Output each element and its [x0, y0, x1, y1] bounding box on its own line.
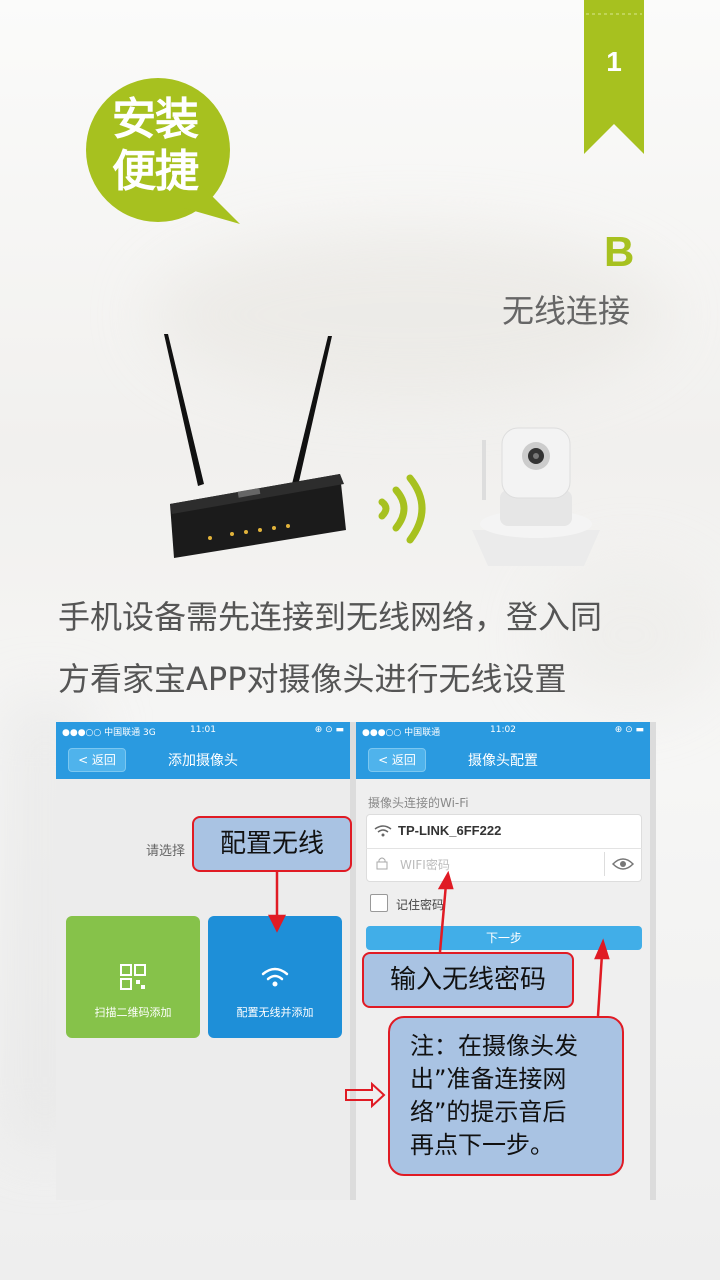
divider [366, 848, 642, 849]
clock: 11:01 [190, 725, 216, 735]
section-title: 无线连接 [502, 292, 631, 330]
status-bar: ●●●○○ 中国联通 11:02 ⊕ ⊙ ▬ [356, 722, 650, 739]
lock-icon [376, 857, 388, 870]
remember-checkbox[interactable] [370, 894, 388, 912]
note-line: 注：在摄像头发 [410, 1032, 578, 1060]
eye-icon[interactable] [612, 857, 634, 871]
wifi-password-input[interactable]: WIFI密码 [400, 856, 450, 873]
section-letter: B [604, 228, 635, 275]
note-line: 出”准备连接网 [410, 1065, 567, 1093]
add-camera-screen: ●●●○○ 中国联通 3G 11:01 ⊕ ⊙ ▬ < 返回 添加摄像头 请选择… [56, 722, 350, 1200]
step-number: 1 [606, 46, 622, 77]
screen-title: 添加摄像头 [168, 753, 238, 769]
badge-line-1: 安装 [112, 94, 199, 145]
remember-label: 记住密码 [396, 898, 445, 912]
description-line-2: 方看家宝APP对摄像头进行无线设置 [58, 660, 567, 698]
router-image [164, 334, 346, 558]
camera-image [472, 427, 600, 566]
status-icons: ⊕ ⊙ ▬ [614, 725, 644, 735]
divider [604, 852, 605, 876]
scan-qr-add-button[interactable]: 扫描二维码添加 [66, 916, 200, 1038]
note-line: 络”的提示音后 [410, 1098, 567, 1126]
status-bar: ●●●○○ 中国联通 3G 11:01 ⊕ ⊙ ▬ [56, 722, 350, 739]
enter-password-callout: 输入无线密码 [362, 952, 574, 1008]
ssid-field[interactable]: TP-LINK_6FF222 [398, 823, 501, 838]
screen-title: 摄像头配置 [468, 753, 538, 769]
configure-wifi-add-button[interactable]: 配置无线并添加 [208, 916, 342, 1038]
clock: 11:02 [490, 725, 516, 735]
nav-bar: < 返回 摄像头配置 [356, 739, 650, 779]
note-callout: 注：在摄像头发 出”准备连接网 络”的提示音后 再点下一步。 [388, 1016, 624, 1176]
qr-code-icon [120, 964, 146, 990]
nav-bar: < 返回 添加摄像头 [56, 739, 350, 779]
wifi-icon [261, 967, 289, 987]
tile-label: 配置无线并添加 [236, 1006, 314, 1019]
next-button[interactable]: 下一步 [366, 926, 642, 950]
configure-wifi-callout: 配置无线 [192, 816, 352, 872]
tile-label: 扫描二维码添加 [94, 1006, 172, 1019]
wifi-caption: 摄像头连接的Wi-Fi [368, 796, 469, 810]
select-prompt: 请选择 [146, 844, 186, 859]
badge-line-2: 便捷 [112, 146, 199, 197]
badge-text: 安装 便捷 [80, 94, 230, 198]
description-line-1: 手机设备需先连接到无线网络，登入同 [58, 598, 603, 636]
wifi-icon [374, 825, 392, 837]
wifi-signal-icon [378, 474, 426, 544]
status-icons: ⊕ ⊙ ▬ [314, 725, 344, 735]
note-line: 再点下一步。 [410, 1131, 554, 1159]
